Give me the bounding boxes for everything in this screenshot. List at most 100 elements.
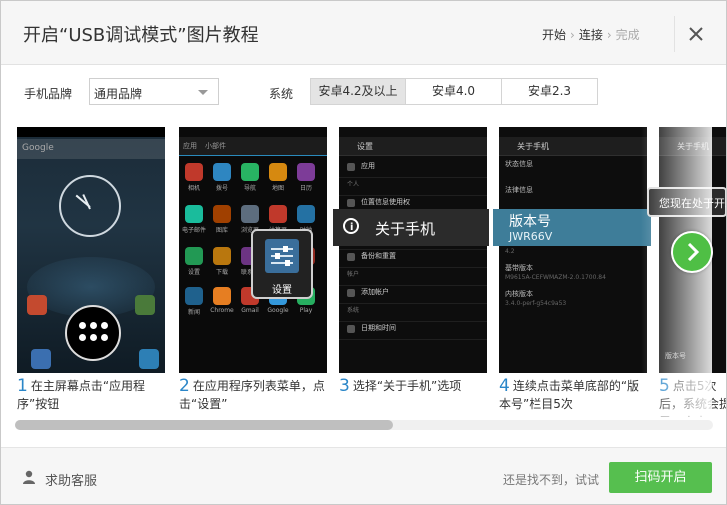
build-number-highlight: 版本号 JWR66V: [493, 209, 651, 246]
close-icon: [689, 27, 703, 41]
settings-row-label: 系统: [347, 307, 360, 314]
step-text: 选择“关于手机”选项: [352, 379, 462, 393]
google-search-text: Google: [22, 143, 54, 153]
system-selector: 安卓4.2及以上 安卓4.0 安卓2.3: [310, 78, 598, 105]
gallery-scrollbar[interactable]: [15, 420, 713, 430]
settings-header-title: 设置: [357, 142, 373, 151]
app-label: 导航: [243, 185, 256, 192]
app-label: 新闻: [187, 309, 200, 316]
app-icon: [269, 205, 287, 223]
step-number: 2: [179, 376, 190, 396]
step-number: 3: [339, 376, 350, 396]
customer-service-link[interactable]: 求助客服: [45, 470, 97, 489]
app-icon: [213, 247, 231, 265]
brand-label: 手机品牌: [24, 87, 73, 101]
developer-mode-toast-text: 您现在处于开发者模式: [659, 197, 726, 210]
drawer-tab-widgets: 小部件: [205, 142, 226, 150]
about-item-label: 状态信息: [505, 160, 533, 168]
step-text: 连续点击菜单底部的“版本号”栏目5次: [499, 379, 640, 411]
step-number: 1: [17, 376, 28, 396]
app-label: 图库: [215, 227, 228, 234]
filter-row: 手机品牌 通用品牌 系统 安卓4.2及以上 安卓4.0 安卓2.3: [1, 65, 726, 121]
build-number-title: 版本号: [509, 214, 551, 230]
app-icon: [297, 205, 315, 223]
step-caption-5: 5点击5次后，系统会提示，点击: [659, 377, 726, 417]
about-phone-highlight: i 关于手机: [333, 209, 489, 246]
app-label: Chrome: [210, 307, 234, 314]
gallery-scrollbar-thumb[interactable]: [15, 420, 393, 430]
step-text: 在主屏幕点击“应用程序”按钮: [17, 379, 146, 411]
app-icon: [241, 205, 259, 223]
app-label: 电子邮件: [181, 227, 206, 234]
close-button[interactable]: [674, 16, 717, 52]
app-icon: [185, 163, 203, 181]
step-indicator: 开始 › 连接 › 完成: [542, 26, 640, 43]
app-icon: [213, 287, 231, 305]
app-label: Google: [267, 307, 289, 314]
app-label: 日历: [299, 185, 312, 192]
dialog-header: 开启“USB调试模式”图片教程 开始 › 连接 › 完成: [1, 1, 726, 65]
app-label: 设置: [187, 269, 200, 276]
app-icon: [135, 295, 155, 315]
settings-row-icon: [347, 325, 355, 333]
about-phone-highlight-label: 关于手机: [375, 220, 436, 238]
settings-row-icon: [347, 253, 355, 261]
app-icon: [185, 287, 203, 305]
screenshot-settings: 设置 应用个人位置信息使用权安全语言和输入法备份和重置帐户添加帐户系统日期和时间: [339, 127, 487, 373]
step-number: 5: [659, 376, 670, 396]
screenshot-home-screen: Google: [17, 127, 165, 373]
app-icon: [31, 349, 51, 369]
settings-row-label: 添加帐户: [361, 288, 389, 296]
version-footer-label: 版本号: [665, 352, 686, 360]
app-icon: [185, 205, 203, 223]
tutorial-gallery[interactable]: Google 1 在主屏幕点击“应用程序”按钮 应用 小部件 相机拨号 导航 地…: [15, 127, 726, 417]
about-item-label: 内核版本: [505, 290, 533, 298]
system-option-4-2[interactable]: 安卓4.2及以上: [310, 78, 406, 105]
not-found-hint: 还是找不到，试试: [503, 473, 600, 487]
dialog-title: 开启“USB调试模式”图片教程: [23, 25, 259, 46]
app-icon: [213, 205, 231, 223]
app-label: 相机: [187, 185, 200, 192]
brand-select[interactable]: 通用品牌: [89, 78, 219, 105]
about-header-title: 关于手机: [677, 142, 709, 151]
settings-row-icon: [347, 289, 355, 297]
app-icon: [241, 163, 259, 181]
drawer-tab-apps: 应用: [183, 142, 197, 150]
step-separator: ›: [606, 28, 612, 42]
screenshot-about-phone: 关于手机 状态信息法律信息型号Nexus 4Android 版本4.2基带版本M…: [499, 127, 647, 373]
user-icon: [23, 470, 35, 484]
system-label: 系统: [269, 87, 294, 101]
step-number: 4: [499, 376, 510, 396]
settings-row-icon: [347, 163, 355, 171]
settings-row-label: 备份和重置: [361, 252, 396, 260]
info-icon: i: [343, 218, 359, 234]
scan-to-enable-button[interactable]: 扫码开启: [609, 462, 712, 493]
app-label: 拨号: [215, 185, 228, 192]
step-caption-1: 1 在主屏幕点击“应用程序”按钮: [17, 377, 175, 413]
build-number-value: JWR66V: [509, 230, 553, 243]
settings-row-label: 帐户: [347, 271, 360, 278]
system-option-2-3[interactable]: 安卓2.3: [501, 78, 598, 105]
step-finish: 完成: [615, 28, 640, 42]
settings-row-label: 个人: [347, 181, 360, 188]
app-icon: [27, 295, 47, 315]
step-connect: 连接: [578, 28, 603, 42]
system-option-4-0[interactable]: 安卓4.0: [405, 78, 502, 105]
app-label: 地图: [271, 185, 284, 192]
app-icon: [297, 163, 315, 181]
settings-row-label: 位置信息使用权: [361, 198, 410, 206]
status-bar: [17, 127, 165, 137]
phone-icon: [139, 349, 159, 369]
chevron-down-icon: [198, 90, 208, 95]
brand-selected-value: 通用品牌: [94, 87, 143, 101]
app-icon: [269, 163, 287, 181]
about-item-label: 法律信息: [505, 186, 533, 194]
about-header-title: 关于手机: [517, 142, 549, 151]
screenshot-app-drawer: 应用 小部件 相机拨号导航地图日历电子邮件图库浏览器计算器时钟设置下载联系人短信…: [179, 127, 327, 373]
step-start: 开始: [542, 28, 567, 42]
about-item-label: 基带版本: [505, 264, 533, 272]
settings-row: 日期和时间: [339, 319, 487, 340]
drawer-tab-bar: [179, 137, 327, 156]
apps-launcher-icon: [65, 305, 121, 361]
next-slide-button[interactable]: [671, 231, 713, 273]
